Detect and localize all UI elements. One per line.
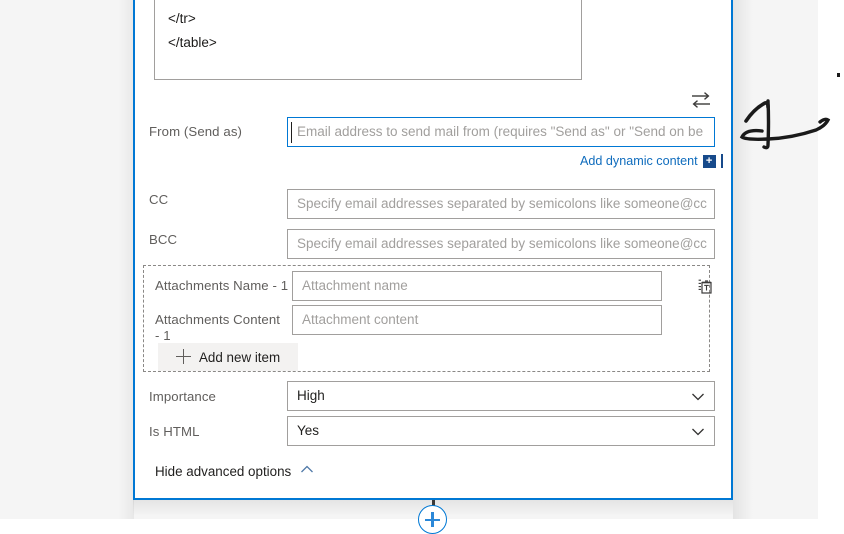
dynamic-content-caret [720,154,723,168]
importance-dropdown[interactable]: High [287,381,715,411]
is-html-dropdown[interactable]: Yes [287,416,715,446]
is-html-field-label: Is HTML [149,424,200,439]
from-field-placeholder: Email address to send mail from (require… [297,124,704,139]
cc-field-label: CC [149,192,169,207]
attachments-content-input[interactable]: Attachment content [292,305,662,335]
bcc-field-label: BCC [149,232,178,247]
code-line: </table> [168,35,217,50]
handwritten-annotation-dot [837,73,840,77]
add-dynamic-content-label: Add dynamic content [580,154,698,168]
attachments-content-label: Attachments Content - 1 [155,312,281,343]
screen-root: </tr> </table> From (Send as) Email addr… [0,0,844,534]
swap-arrows-icon[interactable] [690,90,712,110]
hide-advanced-options-button[interactable]: Hide advanced options [155,462,314,480]
bcc-field-input[interactable]: Specify email addresses separated by sem… [287,229,715,259]
card-shadow-right [733,0,753,519]
text-caret [291,122,292,143]
cc-field-input[interactable]: Specify email addresses separated by sem… [287,189,715,219]
from-field-input[interactable]: Email address to send mail from (require… [287,117,715,147]
code-line: </tr> [168,11,196,26]
add-dynamic-content-button[interactable]: Add dynamic content + [580,154,723,168]
chevron-down-icon[interactable] [691,390,705,404]
card-shadow-left [118,0,134,519]
add-new-item-button[interactable]: Add new item [158,343,298,371]
plus-icon [176,349,191,364]
chevron-up-icon [300,462,314,480]
is-html-selected-value: Yes [297,423,320,438]
attachments-name-label: Attachments Name - 1 [155,278,289,293]
add-new-item-label: Add new item [199,349,281,365]
chevron-down-icon[interactable] [691,425,705,439]
add-step-button[interactable] [425,512,440,527]
trash-can-icon[interactable] [696,276,716,296]
importance-selected-value: High [297,388,325,403]
attachments-name-input[interactable]: Attachment name [292,271,662,301]
html-body-code-editor[interactable]: </tr> </table> [154,0,582,80]
plus-badge-icon: + [702,154,716,168]
hide-advanced-options-label: Hide advanced options [155,463,292,479]
from-field-label: From (Send as) [149,124,243,139]
importance-field-label: Importance [149,389,216,404]
